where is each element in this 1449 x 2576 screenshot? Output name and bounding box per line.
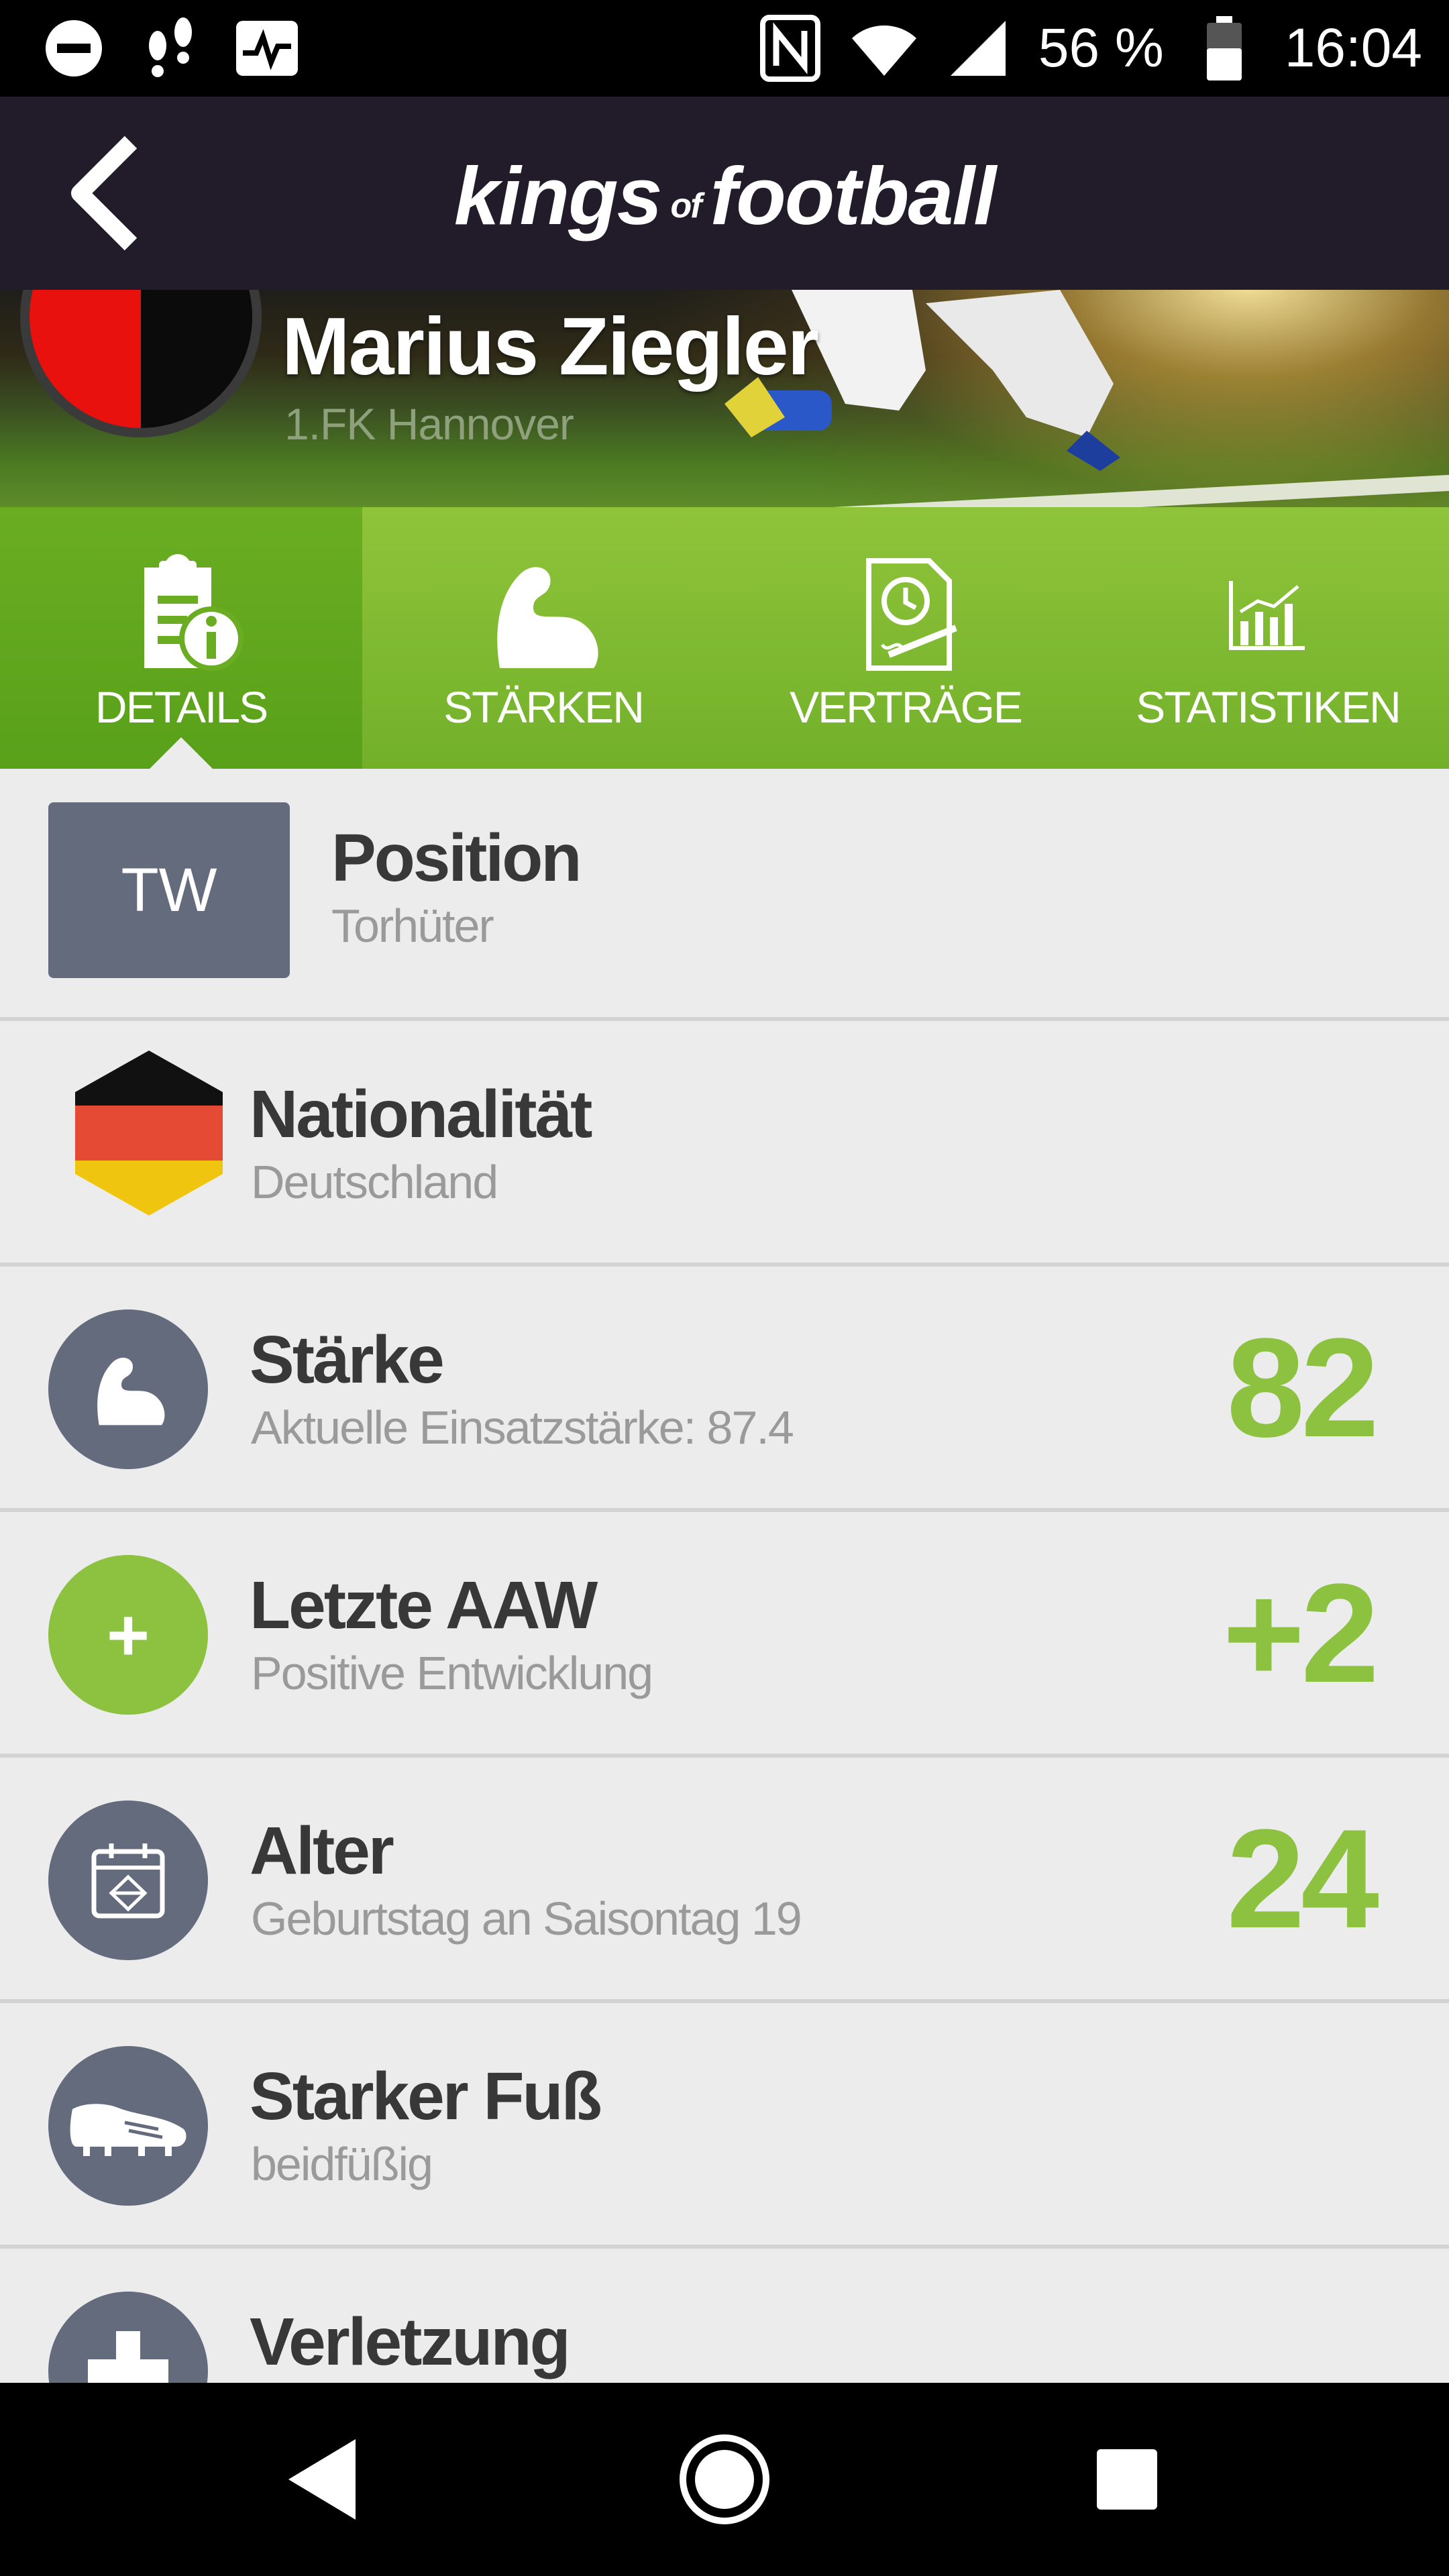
row-subtitle: Torhüter xyxy=(331,900,494,952)
position-badge: TW xyxy=(48,802,290,978)
row-subtitle: beidfüßig xyxy=(251,2138,433,2190)
row-title: Nationalität xyxy=(250,1077,592,1152)
flexed-arm-icon xyxy=(48,1309,208,1469)
player-tabs: DETAILS STÄRKEN VERTRÄGE STATISTIKEN xyxy=(0,507,1449,769)
medical-cross-icon xyxy=(48,2292,208,2383)
footsteps-icon xyxy=(137,15,204,82)
tab-details[interactable]: DETAILS xyxy=(0,507,362,769)
age-value: 24 xyxy=(1226,1800,1379,1957)
square-recents-icon xyxy=(1097,2449,1157,2510)
row-subtitle: Positive Entwicklung xyxy=(251,1647,653,1699)
app-header: kings of football xyxy=(0,97,1449,290)
wifi-icon xyxy=(851,15,918,82)
calendar-icon xyxy=(48,1801,208,1960)
strength-value: 82 xyxy=(1226,1309,1379,1466)
details-list: TW Position Torhüter Nationalität Deutsc… xyxy=(0,769,1449,2383)
list-item-injury: Verletzung xyxy=(0,2249,1449,2383)
player-name: Marius Ziegler xyxy=(282,301,819,392)
plus-icon: + xyxy=(48,1555,208,1715)
system-navigation-bar xyxy=(0,2383,1449,2576)
list-item-nationality: Nationalität Deutschland xyxy=(0,1021,1449,1267)
app-logo: kings of football xyxy=(0,149,1449,243)
row-title: Verletzung xyxy=(250,2304,571,2379)
row-subtitle: Aktuelle Einsatzstärke: 87.4 xyxy=(251,1401,794,1454)
list-item-age: Alter Geburtstag an Saisontag 19 24 xyxy=(0,1758,1449,2003)
player-club: 1.FK Hannover xyxy=(284,399,574,449)
row-title: Starker Fuß xyxy=(250,2059,602,2134)
nfc-icon xyxy=(757,15,824,82)
row-title: Position xyxy=(331,820,582,896)
signal-icon xyxy=(945,15,1012,82)
active-tab-pointer xyxy=(149,737,213,769)
player-hero-banner: Marius Ziegler 1.FK Hannover xyxy=(0,290,1449,507)
nav-recents-button[interactable] xyxy=(1067,2419,1187,2540)
list-item-position: TW Position Torhüter xyxy=(0,769,1449,1021)
football-boot-icon xyxy=(48,2046,208,2206)
row-title: Alter xyxy=(250,1813,394,1888)
triangle-back-icon xyxy=(288,2439,356,2520)
nav-back-button[interactable] xyxy=(262,2419,382,2540)
german-flag-icon xyxy=(75,1051,223,1216)
list-item-strength: Stärke Aktuelle Einsatzstärke: 87.4 82 xyxy=(0,1267,1449,1512)
tab-staerken-label: STÄRKEN xyxy=(443,682,645,732)
contract-icon xyxy=(832,547,979,682)
tab-vertraege[interactable]: VERTRÄGE xyxy=(724,507,1087,769)
tab-statistiken[interactable]: STATISTIKEN xyxy=(1087,507,1449,769)
do-not-disturb-icon xyxy=(40,15,107,82)
row-title: Stärke xyxy=(250,1322,445,1397)
logo-text-of: of xyxy=(670,186,702,225)
battery-percentage: 56 % xyxy=(1038,17,1164,78)
last-aaw-value: +2 xyxy=(1222,1554,1379,1712)
clock: 16:04 xyxy=(1284,17,1422,78)
row-subtitle: Geburtstag an Saisontag 19 xyxy=(251,1892,802,1945)
row-subtitle: Deutschland xyxy=(251,1156,498,1208)
tab-vertraege-label: VERTRÄGE xyxy=(790,682,1023,732)
club-badge xyxy=(20,290,262,437)
tab-details-label: DETAILS xyxy=(95,682,268,732)
tab-statistiken-label: STATISTIKEN xyxy=(1136,682,1401,732)
list-item-strong-foot: Starker Fuß beidfüßig xyxy=(0,2003,1449,2249)
chart-icon xyxy=(1194,547,1342,682)
status-bar: 56 % 16:04 xyxy=(0,0,1449,97)
row-title: Letzte AAW xyxy=(250,1568,598,1643)
list-item-last-aaw: + Letzte AAW Positive Entwicklung +2 xyxy=(0,1512,1449,1758)
tab-staerken[interactable]: STÄRKEN xyxy=(362,507,724,769)
battery-icon xyxy=(1191,15,1258,82)
home-circle-icon xyxy=(680,2434,769,2524)
flexed-arm-icon xyxy=(470,547,617,682)
clipboard-info-icon xyxy=(107,547,255,682)
logo-text-kings: kings xyxy=(453,150,663,241)
activity-monitor-icon xyxy=(233,15,301,82)
nav-home-button[interactable] xyxy=(664,2419,785,2540)
logo-text-football: football xyxy=(710,150,996,241)
